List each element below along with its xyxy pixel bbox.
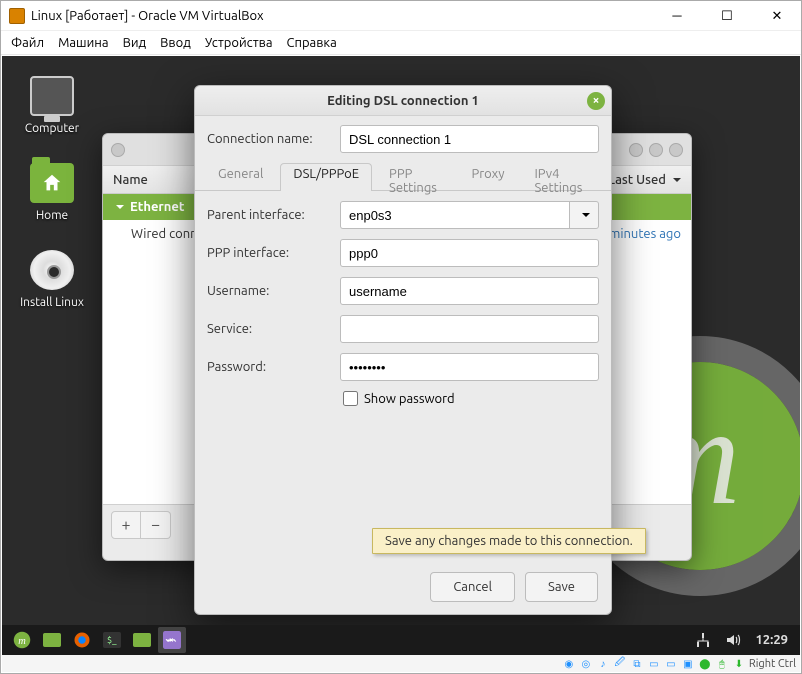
save-button[interactable]: Save [525, 572, 598, 602]
password-label: Password: [207, 360, 332, 374]
guest-screen: m Computer Home Install Linux Network Co… [2, 56, 800, 655]
menu-devices[interactable]: Устройства [205, 36, 273, 50]
menu-machine[interactable]: Машина [58, 36, 109, 50]
vbox-statusbar: ◉ ◎ ♪ 🖉 ⧉ ▭ ▭ ▣ ⬤ 🖰 ⬇ Right Ctrl [2, 655, 800, 672]
desktop-icons: Computer Home Install Linux [12, 76, 92, 337]
status-shared-icon[interactable]: ▭ [647, 657, 661, 671]
tab-ipv4-settings[interactable]: IPv4 Settings [521, 163, 601, 190]
virtualbox-window: Linux [Работает] - Oracle VM VirtualBox … [0, 0, 802, 674]
tab-dsl-pppoe[interactable]: DSL/PPPoE [280, 163, 372, 190]
status-audio-icon[interactable]: ♪ [596, 657, 610, 671]
cancel-button[interactable]: Cancel [430, 572, 515, 602]
network-icon[interactable] [689, 627, 717, 653]
menu-input[interactable]: Ввод [160, 36, 191, 50]
vbox-titlebar: Linux [Работает] - Oracle VM VirtualBox … [1, 1, 801, 31]
desktop-icon-computer[interactable]: Computer [12, 76, 92, 135]
status-net-icon[interactable]: ⧉ [630, 657, 644, 671]
status-hd-icon[interactable]: ◉ [562, 657, 576, 671]
service-input[interactable] [340, 315, 599, 343]
close-button[interactable]: ✕ [755, 2, 799, 30]
vbox-menubar: Файл Машина Вид Ввод Устройства Справка [1, 31, 801, 55]
username-input[interactable] [340, 277, 599, 305]
ppp-interface-input[interactable] [340, 239, 599, 267]
desktop-icon-label: Computer [12, 122, 92, 135]
conn-max-button[interactable] [649, 143, 663, 157]
cd-icon [30, 250, 74, 290]
password-input[interactable] [340, 353, 599, 381]
desktop-icon-home[interactable]: Home [12, 163, 92, 222]
dialog-titlebar[interactable]: Editing DSL connection 1 × [195, 86, 611, 116]
status-usb-icon[interactable]: 🖉 [613, 657, 627, 671]
menu-file[interactable]: Файл [11, 36, 44, 50]
parent-interface-label: Parent interface: [207, 208, 332, 222]
remove-connection-button[interactable]: − [141, 511, 171, 539]
conn-min-button[interactable] [629, 143, 643, 157]
desktop-icon-install[interactable]: Install Linux [12, 250, 92, 309]
host-key-label: Right Ctrl [749, 658, 796, 670]
menu-help[interactable]: Справка [287, 36, 337, 50]
username-label: Username: [207, 284, 332, 298]
taskbar: m $_ 12:29 [2, 625, 800, 655]
ppp-interface-label: PPP interface: [207, 246, 332, 260]
conn-min-icon[interactable] [111, 143, 125, 157]
add-connection-button[interactable]: + [111, 511, 141, 539]
desktop-icon-label: Install Linux [12, 296, 92, 309]
minimize-button[interactable]: ─ [655, 2, 699, 30]
status-cd-icon[interactable]: ◎ [579, 657, 593, 671]
firefox-button[interactable] [68, 627, 96, 653]
maximize-button[interactable]: ☐ [705, 2, 749, 30]
taskbar-window-connections[interactable] [158, 627, 186, 653]
tab-proxy[interactable]: Proxy [458, 163, 517, 190]
files-button[interactable] [128, 627, 156, 653]
host-key-icon[interactable]: ⬇ [732, 657, 746, 671]
status-cpu-icon[interactable]: ⬤ [698, 657, 712, 671]
monitor-icon [30, 76, 74, 116]
volume-icon[interactable] [719, 627, 747, 653]
home-folder-icon [30, 163, 74, 203]
vbox-title: Linux [Работает] - Oracle VM VirtualBox [31, 9, 649, 23]
group-label: Ethernet [130, 200, 184, 214]
save-tooltip: Save any changes made to this connection… [372, 528, 646, 554]
tab-ppp-settings[interactable]: PPP Settings [376, 163, 454, 190]
menu-view[interactable]: Вид [123, 36, 147, 50]
dialog-close-button[interactable]: × [587, 92, 605, 110]
status-rec-icon[interactable]: ▣ [681, 657, 695, 671]
panel-clock[interactable]: 12:29 [749, 633, 794, 647]
tabs: General DSL/PPPoE PPP Settings Proxy IPv… [195, 163, 611, 191]
status-display-icon[interactable]: ▭ [664, 657, 678, 671]
terminal-button[interactable]: $_ [98, 627, 126, 653]
virtualbox-icon [9, 8, 25, 24]
conn-close-button[interactable] [669, 143, 683, 157]
dialog-title: Editing DSL connection 1 [219, 94, 587, 108]
start-menu-button[interactable]: m [8, 627, 36, 653]
desktop-icon-label: Home [12, 209, 92, 222]
parent-interface-input[interactable] [340, 201, 569, 229]
service-label: Service: [207, 322, 332, 336]
show-desktop-button[interactable] [38, 627, 66, 653]
show-password-label: Show password [364, 392, 455, 406]
connection-name-input[interactable] [340, 125, 599, 153]
svg-text:$_: $_ [107, 635, 117, 645]
tab-general[interactable]: General [205, 163, 276, 190]
status-mouse-icon[interactable]: 🖰 [715, 657, 729, 671]
connection-name-label: Connection name: [207, 132, 332, 146]
svg-text:m: m [18, 636, 26, 647]
show-password-checkbox[interactable] [343, 391, 358, 406]
parent-interface-dropdown[interactable] [569, 201, 599, 229]
